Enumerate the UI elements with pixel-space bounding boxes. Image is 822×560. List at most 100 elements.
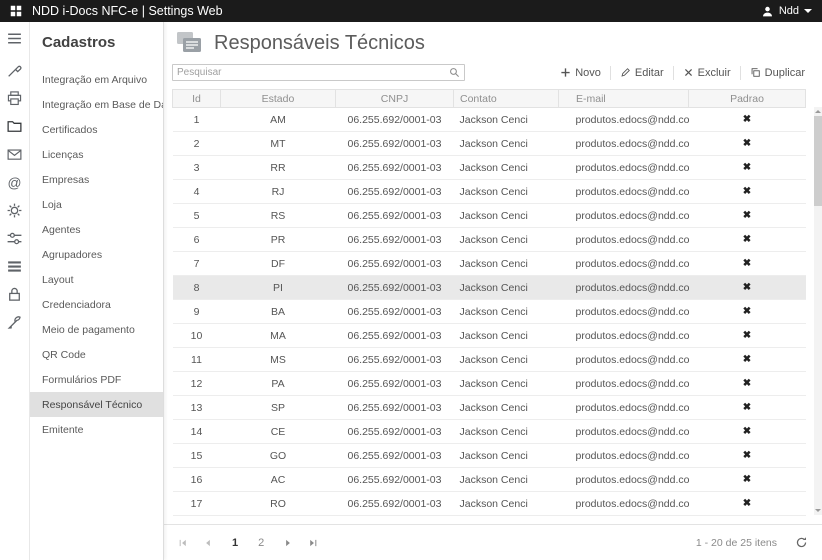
sidebar-item[interactable]: Responsável Técnico [30,392,163,417]
icon-rail: @ [0,22,30,560]
sidebar-item[interactable]: Credenciadora [30,292,163,317]
excluir-button[interactable]: Excluir [673,66,740,80]
table-row[interactable]: 6PR06.255.692/0001-03Jackson Cenciprodut… [173,228,806,252]
scroll-down-icon[interactable] [815,509,821,512]
user-menu[interactable]: Ndd [761,5,812,18]
next-page-button[interactable] [283,538,293,548]
cell-cnpj: 06.255.692/0001-03 [336,468,454,492]
cell-contato: Jackson Cenci [454,252,559,276]
cell-contato: Jackson Cenci [454,420,559,444]
table-row[interactable]: 12PA06.255.692/0001-03Jackson Cenciprodu… [173,372,806,396]
padrao-x-icon: ✖ [689,324,806,348]
last-page-icon [308,538,318,548]
table-row[interactable]: 7DF06.255.692/0001-03Jackson Cenciprodut… [173,252,806,276]
gear-icon[interactable] [6,202,23,219]
sidebar-item[interactable]: Emitente [30,417,163,442]
duplicar-button[interactable]: Duplicar [740,66,814,80]
table-row[interactable]: 13SP06.255.692/0001-03Jackson Cenciprodu… [173,396,806,420]
action-buttons: Novo Editar Excluir Duplicar [551,66,814,80]
menu-icon[interactable] [6,30,23,47]
padrao-x-icon: ✖ [689,372,806,396]
padrao-x-icon: ✖ [689,396,806,420]
last-page-button[interactable] [308,538,318,548]
sidebar-item[interactable]: Integração em Base de Dados [30,92,163,117]
cell-estado: CE [221,420,336,444]
sidebar-item[interactable]: Agrupadores [30,242,163,267]
sidebar-item[interactable]: Formulários PDF [30,367,163,392]
sidebar-item[interactable]: Empresas [30,167,163,192]
table-row[interactable]: 1AM06.255.692/0001-03Jackson Cenciprodut… [173,108,806,132]
column-header[interactable]: CNPJ [336,90,454,108]
mail-icon[interactable] [6,146,23,163]
user-name: Ndd [779,5,799,17]
sidebar-item[interactable]: Loja [30,192,163,217]
table-scrollbar[interactable] [814,107,822,515]
novo-button[interactable]: Novo [551,66,610,80]
sidebar-item[interactable]: Licenças [30,142,163,167]
first-page-icon [178,538,188,548]
table-row[interactable]: 8PI06.255.692/0001-03Jackson Cenciprodut… [173,276,806,300]
cell-cnpj: 06.255.692/0001-03 [336,396,454,420]
wrench-icon[interactable] [6,314,23,331]
printer-icon[interactable] [6,90,23,107]
stack-icon[interactable] [6,258,23,275]
cell-id: 15 [173,444,221,468]
cell-id: 4 [173,180,221,204]
table-row[interactable]: 4RJ06.255.692/0001-03Jackson Cenciprodut… [173,180,806,204]
column-header[interactable]: Contato [454,90,559,108]
table-row[interactable]: 11MS06.255.692/0001-03Jackson Cenciprodu… [173,348,806,372]
editar-button[interactable]: Editar [610,66,673,80]
column-header[interactable]: E-mail [559,90,689,108]
prev-page-button[interactable] [203,538,213,548]
pen-tool-icon[interactable] [6,62,23,79]
padrao-x-icon: ✖ [689,204,806,228]
lock-icon[interactable] [6,286,23,303]
scrollbar-thumb[interactable] [814,116,822,206]
column-header[interactable]: Estado [221,90,336,108]
records-table: IdEstadoCNPJContatoE-mailPadrao 1AM06.25… [172,89,806,516]
folder-icon[interactable] [6,118,23,135]
table-row[interactable]: 16AC06.255.692/0001-03Jackson Cenciprodu… [173,468,806,492]
cell-contato: Jackson Cenci [454,300,559,324]
app-title: NDD i-Docs NFC-e | Settings Web [32,4,223,18]
cell-estado: RR [221,156,336,180]
padrao-x-icon: ✖ [689,108,806,132]
table-row[interactable]: 9BA06.255.692/0001-03Jackson Cenciprodut… [173,300,806,324]
column-header[interactable]: Padrao [689,90,806,108]
sidebar-item[interactable]: Integração em Arquivo [30,67,163,92]
sliders-icon[interactable] [6,230,23,247]
cell-contato: Jackson Cenci [454,276,559,300]
cell-estado: MA [221,324,336,348]
cell-email: produtos.edocs@ndd.com.br [559,204,689,228]
cell-email: produtos.edocs@ndd.com.br [559,252,689,276]
table-row[interactable]: 10MA06.255.692/0001-03Jackson Cenciprodu… [173,324,806,348]
sidebar-item[interactable]: QR Code [30,342,163,367]
at-sign-icon[interactable]: @ [6,174,23,191]
search-icon[interactable] [449,67,460,78]
scroll-up-icon[interactable] [815,110,821,113]
page-number[interactable]: 1 [228,536,242,550]
table-row[interactable]: 17RO06.255.692/0001-03Jackson Cenciprodu… [173,492,806,516]
column-header[interactable]: Id [173,90,221,108]
table-row[interactable]: 15GO06.255.692/0001-03Jackson Cenciprodu… [173,444,806,468]
cell-id: 10 [173,324,221,348]
first-page-button[interactable] [178,538,188,548]
table-row[interactable]: 2MT06.255.692/0001-03Jackson Cenciprodut… [173,132,806,156]
table-row[interactable]: 3RR06.255.692/0001-03Jackson Cenciprodut… [173,156,806,180]
table-row[interactable]: 14CE06.255.692/0001-03Jackson Cenciprodu… [173,420,806,444]
apps-grid-icon[interactable] [10,5,22,17]
page-number[interactable]: 2 [254,536,268,550]
cell-estado: RO [221,492,336,516]
cell-cnpj: 06.255.692/0001-03 [336,324,454,348]
sidebar-item[interactable]: Meio de pagamento [30,317,163,342]
sidebar-item[interactable]: Agentes [30,217,163,242]
table-row[interactable]: 5RS06.255.692/0001-03Jackson Cenciprodut… [173,204,806,228]
search-input[interactable] [177,67,449,78]
padrao-x-icon: ✖ [689,300,806,324]
sidebar-item[interactable]: Certificados [30,117,163,142]
editar-label: Editar [635,67,664,79]
cell-email: produtos.edocs@ndd.com.br [559,372,689,396]
refresh-button[interactable] [795,536,808,549]
cell-id: 2 [173,132,221,156]
sidebar-item[interactable]: Layout [30,267,163,292]
